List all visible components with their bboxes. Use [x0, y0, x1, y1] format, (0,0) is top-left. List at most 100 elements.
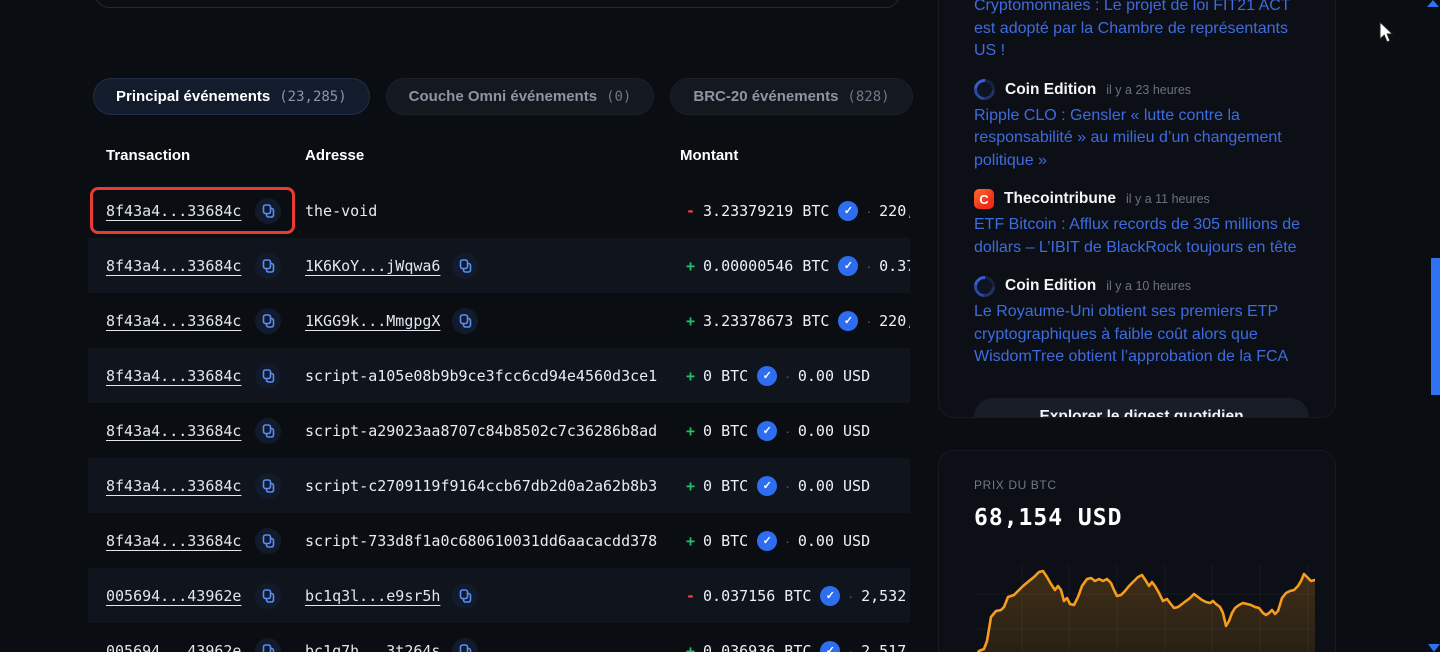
tx-hash-link[interactable]: 8f43a4...33684c	[106, 477, 241, 495]
amount-btc: 0 BTC	[703, 367, 748, 385]
verified-badge-icon: ✓	[838, 311, 858, 331]
tx-hash-link[interactable]: 8f43a4...33684c	[106, 257, 241, 275]
tx-hash-link[interactable]: 8f43a4...33684c	[106, 422, 241, 440]
tx-hash-link[interactable]: 8f43a4...33684c	[106, 532, 241, 550]
copy-icon	[261, 368, 276, 384]
table-row: 005694...43962e bc1q7h...3t264s + 0.0369…	[88, 623, 910, 652]
scrollbar-thumb[interactable]	[1431, 258, 1440, 395]
verified-badge-icon: ✓	[757, 366, 777, 386]
copy-button[interactable]	[255, 528, 281, 554]
address-link[interactable]: 1KGG9k...MmgpgX	[305, 312, 440, 330]
amount-cell: + 0.00000546 BTC ✓ · 0.37	[686, 238, 910, 293]
explore-digest-button[interactable]: Explorer le digest quotidien	[974, 398, 1309, 419]
copy-icon	[458, 643, 473, 652]
dot-separator: ·	[866, 203, 871, 219]
transaction-cell: 8f43a4...33684c	[106, 403, 281, 458]
amount-btc: 0 BTC	[703, 532, 748, 550]
transaction-cell: 8f43a4...33684c	[106, 513, 281, 568]
copy-icon	[261, 588, 276, 604]
tx-hash-link[interactable]: 8f43a4...33684c	[106, 367, 241, 385]
address-link[interactable]: the-void	[305, 202, 377, 220]
tx-hash-link[interactable]: 8f43a4...33684c	[106, 312, 241, 330]
copy-icon	[458, 258, 473, 274]
column-address: Adresse	[305, 147, 364, 164]
copy-icon	[261, 258, 276, 274]
news-headline-link[interactable]: ETF Bitcoin : Afflux records de 305 mill…	[974, 214, 1307, 259]
transaction-cell: 8f43a4...33684c	[106, 238, 281, 293]
news-source-name: Coin Edition	[1005, 81, 1096, 99]
address-cell: the-void	[305, 183, 377, 238]
copy-button[interactable]	[255, 198, 281, 224]
table-row: 8f43a4...33684c script-c2709119f9164ccb6…	[88, 458, 910, 513]
copy-button[interactable]	[255, 418, 281, 444]
table-row: 8f43a4...33684c script-733d8f1a0c6806100…	[88, 513, 910, 568]
news-headline-link[interactable]: Le Royaume-Uni obtient ses premiers ETP …	[974, 301, 1307, 369]
scrollbar-bottom-arrow[interactable]	[1428, 644, 1440, 652]
table-row: 8f43a4...33684c 1K6KoY...jWqwa6 + 0.0000…	[88, 238, 910, 293]
news-headline-link[interactable]: Cryptomonnaies : Le projet de loi FIT21 …	[974, 0, 1307, 63]
amount-btc: 0.00000546 BTC	[703, 257, 829, 275]
news-item: Coin Edition il y a 10 heures Le Royaume…	[974, 274, 1307, 369]
amount-cell: - 3.23379219 BTC ✓ · 220,	[686, 183, 910, 238]
table-header: Transaction Adresse Montant	[88, 135, 910, 180]
copy-button[interactable]	[255, 638, 281, 652]
btc-price-value: 68,154 USD	[974, 505, 1307, 531]
copy-icon	[458, 588, 473, 604]
address-link[interactable]: bc1q7h...3t264s	[305, 642, 440, 652]
table-row: 8f43a4...33684c script-a105e08b9b9ce3fcc…	[88, 348, 910, 403]
scrollbar-top-arrow[interactable]	[1427, 0, 1439, 7]
amount-sign: +	[686, 532, 695, 550]
thecointribune-logo-icon: C	[974, 189, 994, 209]
address-link[interactable]: 1K6KoY...jWqwa6	[305, 257, 440, 275]
copy-button[interactable]	[255, 363, 281, 389]
transaction-cell: 005694...43962e	[106, 568, 281, 623]
address-cell: script-a29023aa8707c84b8502c7c36286b8ad	[305, 403, 657, 458]
tx-hash-link[interactable]: 005694...43962e	[106, 642, 241, 652]
mouse-cursor	[1379, 22, 1397, 44]
news-headline-link[interactable]: Ripple CLO : Gensler « lutte contre la r…	[974, 105, 1307, 173]
news-item: Cryptomonnaies : Le projet de loi FIT21 …	[974, 0, 1307, 63]
copy-button[interactable]	[255, 308, 281, 334]
amount-btc: 3.23378673 BTC	[703, 312, 829, 330]
news-source-row: Coin Edition il y a 23 heures	[974, 78, 1307, 102]
address-link[interactable]: script-c2709119f9164ccb67db2d0a2a62b8b3	[305, 477, 657, 495]
news-source-row: C Thecointribune il y a 11 heures	[974, 187, 1307, 211]
verified-badge-icon: ✓	[757, 531, 777, 551]
amount-btc: 0 BTC	[703, 477, 748, 495]
amount-cell: + 0 BTC ✓ · 0.00 USD	[686, 513, 870, 568]
news-source-row: Coin Edition il y a 10 heures	[974, 274, 1307, 298]
dot-separator: ·	[848, 643, 853, 652]
amount-sign: +	[686, 642, 695, 652]
copy-button[interactable]	[255, 473, 281, 499]
copy-button[interactable]	[255, 583, 281, 609]
dot-separator: ·	[785, 533, 790, 549]
tx-hash-link[interactable]: 005694...43962e	[106, 587, 241, 605]
dot-separator: ·	[785, 368, 790, 384]
table-row: 8f43a4...33684c the-void - 3.23379219 BT…	[88, 183, 910, 238]
amount-sign: -	[686, 202, 695, 220]
copy-button[interactable]	[452, 583, 478, 609]
verified-badge-icon: ✓	[757, 421, 777, 441]
address-link[interactable]: script-733d8f1a0c680610031dd6aacacdd378	[305, 532, 657, 550]
amount-cell: + 0.036936 BTC ✓ · 2,517	[686, 623, 906, 652]
tx-hash-link[interactable]: 8f43a4...33684c	[106, 202, 241, 220]
address-link[interactable]: bc1q3l...e9sr5h	[305, 587, 440, 605]
transaction-cell: 8f43a4...33684c	[106, 348, 281, 403]
news-source-name: Coin Edition	[1005, 277, 1096, 295]
amount-usd: 0.00 USD	[798, 532, 870, 550]
address-link[interactable]: script-a29023aa8707c84b8502c7c36286b8ad	[305, 422, 657, 440]
copy-button[interactable]	[255, 253, 281, 279]
copy-button[interactable]	[452, 638, 478, 652]
transaction-cell: 005694...43962e	[106, 623, 281, 652]
address-cell: 1KGG9k...MmgpgX	[305, 293, 478, 348]
copy-button[interactable]	[452, 253, 478, 279]
copy-button[interactable]	[452, 308, 478, 334]
news-timestamp: il y a 10 heures	[1106, 279, 1191, 293]
amount-btc: 0 BTC	[703, 422, 748, 440]
amount-cell: - 0.037156 BTC ✓ · 2,532	[686, 568, 906, 623]
address-link[interactable]: script-a105e08b9b9ce3fcc6cd94e4560d3ce1	[305, 367, 657, 385]
transaction-cell: 8f43a4...33684c	[106, 293, 281, 348]
coin-edition-logo-icon	[970, 271, 1000, 301]
news-timestamp: il y a 23 heures	[1106, 83, 1191, 97]
amount-sign: +	[686, 367, 695, 385]
